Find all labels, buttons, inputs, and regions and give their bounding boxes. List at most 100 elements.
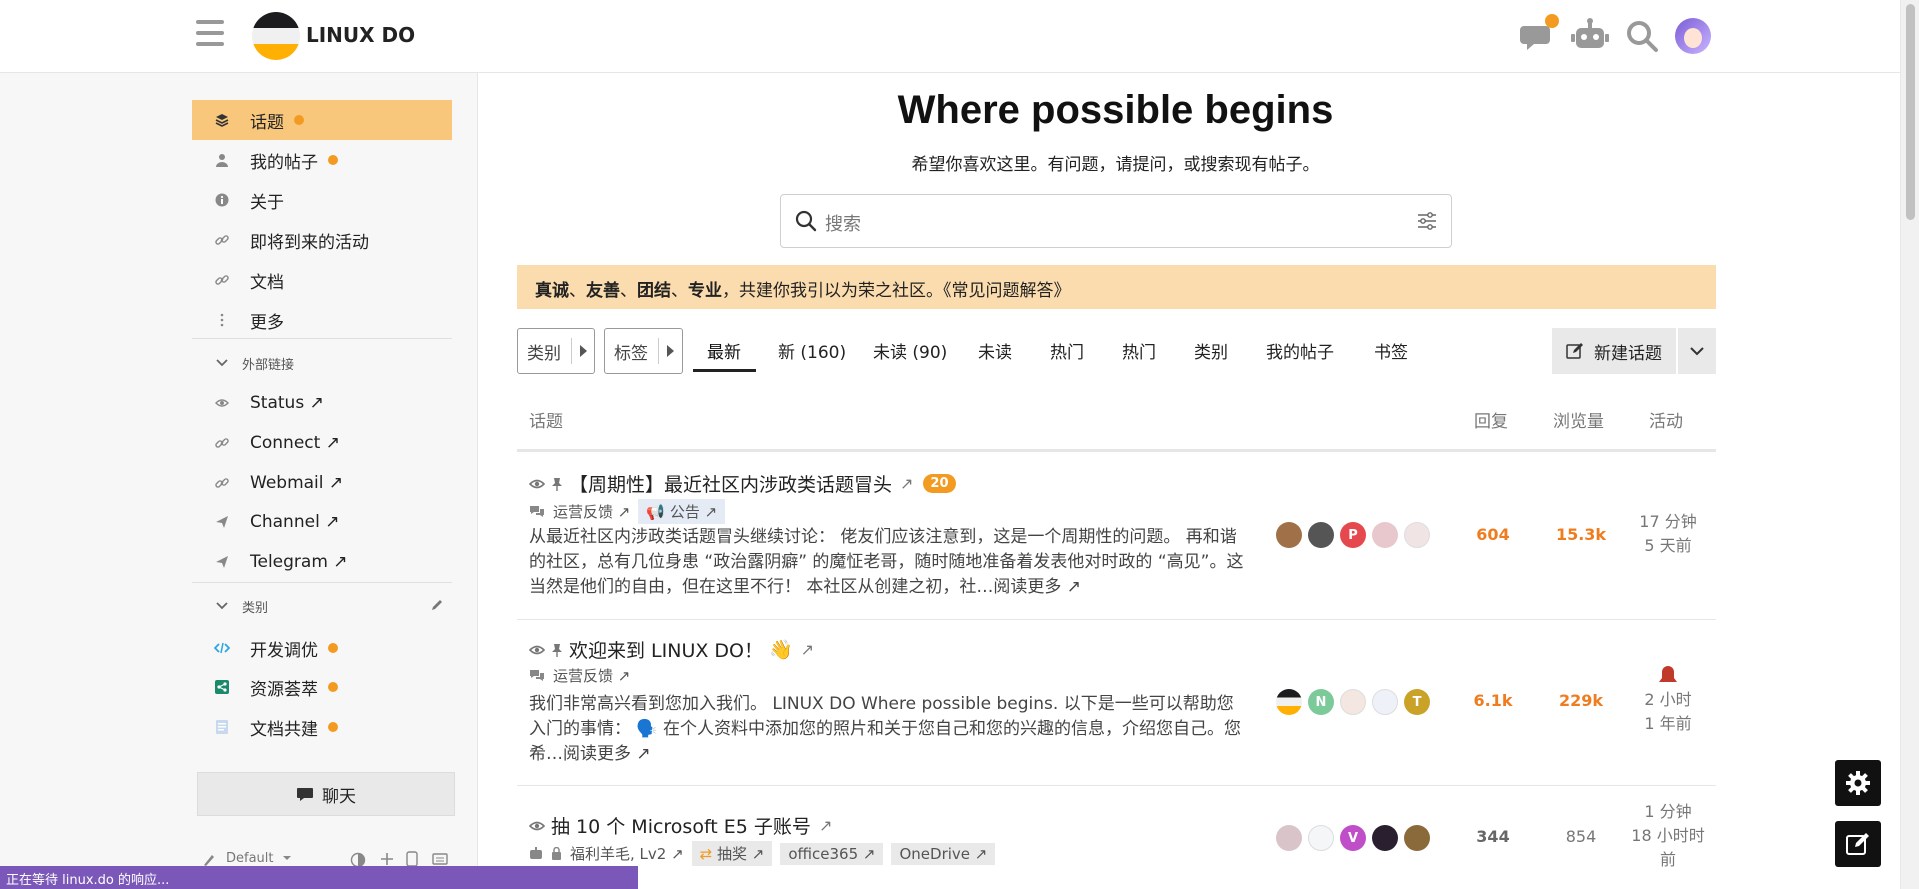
banner-text[interactable]: ，共建你我引以为荣之社区。《常见问题解答》: [722, 281, 1071, 301]
pencil-icon[interactable]: [430, 598, 444, 612]
chat-button[interactable]: 聊天: [197, 772, 455, 816]
caret-down-icon[interactable]: [282, 853, 292, 863]
sidebar-link-telegram[interactable]: Telegram ↗: [192, 542, 452, 582]
sidebar-item-about[interactable]: 关于: [192, 180, 452, 220]
replies-count[interactable]: 6.1k: [1463, 691, 1523, 710]
topic-status-icons: [529, 477, 563, 491]
avatar[interactable]: [1308, 522, 1334, 548]
replies-count[interactable]: 344: [1463, 827, 1523, 846]
sidebar-link-webmail[interactable]: Webmail ↗: [192, 463, 452, 503]
compose-button[interactable]: [1835, 821, 1881, 867]
activity-time[interactable]: 2 小时 1 年前: [1628, 664, 1708, 736]
topic-status-icons: [529, 643, 563, 657]
read-more-link[interactable]: 阅读更多 ↗: [563, 744, 651, 764]
topic-title[interactable]: 抽 10 个 Microsoft E5 子账号 ↗: [529, 812, 832, 839]
new-topic-options-button[interactable]: [1678, 328, 1716, 374]
new-topic-button[interactable]: 新建话题: [1552, 328, 1676, 374]
sidebar-item-docs[interactable]: 文档: [192, 260, 452, 300]
divider: [658, 338, 659, 364]
hamburger-icon[interactable]: [192, 20, 228, 50]
topic-category[interactable]: 福利羊毛, Lv2 ↗: [570, 843, 684, 864]
sidebar-item-my-posts[interactable]: 我的帖子: [192, 140, 452, 180]
site-logo[interactable]: [252, 12, 300, 60]
category-dropdown[interactable]: 类别: [517, 328, 595, 374]
sidebar-link-status[interactable]: Status ↗: [192, 383, 452, 423]
topic-tag-lottery[interactable]: ⇄ 抽奖 ↗: [691, 841, 773, 866]
avatar[interactable]: [1372, 522, 1398, 548]
settings-button[interactable]: [1835, 760, 1881, 806]
tab-bookmarks[interactable]: 书签: [1374, 338, 1408, 363]
tab-unread-count[interactable]: 未读 (90): [873, 338, 947, 363]
brand-name[interactable]: LINUX DO: [306, 23, 415, 47]
topic-title[interactable]: 欢迎来到 LINUX DO！ 👋 ↗: [529, 636, 814, 663]
sidebar-item-events[interactable]: 即将到来的活动: [192, 220, 452, 260]
sidebar-category-resources[interactable]: 资源荟萃: [192, 667, 452, 707]
avatar[interactable]: [1276, 522, 1302, 548]
activity-time[interactable]: 17 分钟 5 天前: [1628, 510, 1708, 558]
divider: [192, 338, 452, 339]
sidebar-item-topics[interactable]: 话题: [192, 100, 452, 140]
tab-latest[interactable]: 最新: [707, 338, 741, 363]
topic-title-text[interactable]: 抽 10 个 Microsoft E5 子账号: [551, 812, 811, 839]
sidebar-category-dev[interactable]: 开发调优: [192, 628, 452, 668]
topic-title-text[interactable]: 【周期性】最近社区内涉政类话题冒头: [569, 470, 892, 497]
column-header-replies[interactable]: 回复: [1474, 407, 1508, 432]
search-box[interactable]: 搜索: [780, 194, 1452, 248]
topic-tag-onedrive[interactable]: OneDrive ↗: [891, 842, 996, 865]
mobile-icon[interactable]: [406, 851, 418, 867]
avatar[interactable]: [1404, 825, 1430, 851]
sidebar-link-channel[interactable]: Channel ↗: [192, 502, 452, 542]
avatar[interactable]: T: [1404, 689, 1430, 715]
avatar[interactable]: [1372, 689, 1398, 715]
topic-category[interactable]: 运营反馈 ↗: [553, 665, 630, 686]
categories-header[interactable]: 类别: [192, 591, 452, 621]
replies-count[interactable]: 604: [1463, 525, 1523, 544]
tab-hot[interactable]: 热门: [1050, 338, 1084, 363]
tab-top[interactable]: 热门: [1122, 338, 1156, 363]
column-header-activity[interactable]: 活动: [1649, 407, 1683, 432]
topic-tag-announcement[interactable]: 📢 公告 ↗: [638, 499, 726, 524]
avatar[interactable]: [1308, 825, 1334, 851]
external-links-header[interactable]: 外部链接: [192, 348, 452, 378]
plus-icon[interactable]: [380, 852, 394, 866]
keyboard-icon[interactable]: [432, 852, 448, 866]
robot-icon[interactable]: [1570, 18, 1609, 54]
search-filter-icon[interactable]: [1417, 212, 1437, 230]
avatar[interactable]: [1340, 689, 1366, 715]
tag-dropdown[interactable]: 标签: [604, 328, 683, 374]
search-input[interactable]: 搜索: [825, 210, 861, 236]
tab-new[interactable]: 新 (160): [778, 338, 846, 363]
avatar[interactable]: P: [1340, 522, 1366, 548]
sidebar-item-more[interactable]: 更多: [192, 300, 452, 340]
tab-my-posts[interactable]: 我的帖子: [1266, 338, 1334, 363]
sidebar-item-label: 更多: [250, 312, 284, 333]
unread-badge[interactable]: 20: [923, 474, 956, 493]
read-more-link[interactable]: 阅读更多 ↗: [993, 577, 1081, 597]
tab-categories[interactable]: 类别: [1194, 338, 1228, 363]
activity-time[interactable]: 1 分钟 18 小时时 前: [1628, 800, 1708, 872]
theme-label[interactable]: Default: [226, 851, 274, 866]
column-header-topic[interactable]: 话题: [529, 407, 563, 432]
topic-title-text[interactable]: 欢迎来到 LINUX DO！: [569, 636, 763, 663]
page-scrollbar[interactable]: [1900, 0, 1919, 889]
topic-category[interactable]: 运营反馈 ↗: [553, 501, 630, 522]
scrollbar-thumb[interactable]: [1906, 4, 1915, 220]
column-header-views[interactable]: 浏览量: [1553, 407, 1604, 432]
avatar[interactable]: [1404, 522, 1430, 548]
avatar[interactable]: N: [1308, 689, 1334, 715]
brush-icon[interactable]: [202, 853, 216, 867]
topic-tag-office365[interactable]: office365 ↗: [780, 842, 884, 865]
excerpt-text: 从最近社区内涉政类话题冒头继续讨论： 佬友们应该注意到，这是一个周期性的问题。 …: [529, 527, 1244, 597]
sidebar-link-connect[interactable]: Connect ↗: [192, 423, 452, 463]
topic-title[interactable]: 【周期性】最近社区内涉政类话题冒头 ↗ 20: [529, 470, 956, 497]
sidebar-category-docs[interactable]: 文档共建: [192, 707, 452, 747]
row-divider: [517, 785, 1716, 786]
user-avatar[interactable]: [1675, 18, 1711, 54]
avatar[interactable]: [1276, 825, 1302, 851]
search-icon[interactable]: [1624, 18, 1660, 54]
tab-unread[interactable]: 未读: [978, 338, 1012, 363]
avatar[interactable]: [1276, 689, 1302, 715]
avatar[interactable]: V: [1340, 825, 1366, 851]
avatar[interactable]: [1372, 825, 1398, 851]
activity-latest: 2 小时: [1644, 690, 1692, 709]
